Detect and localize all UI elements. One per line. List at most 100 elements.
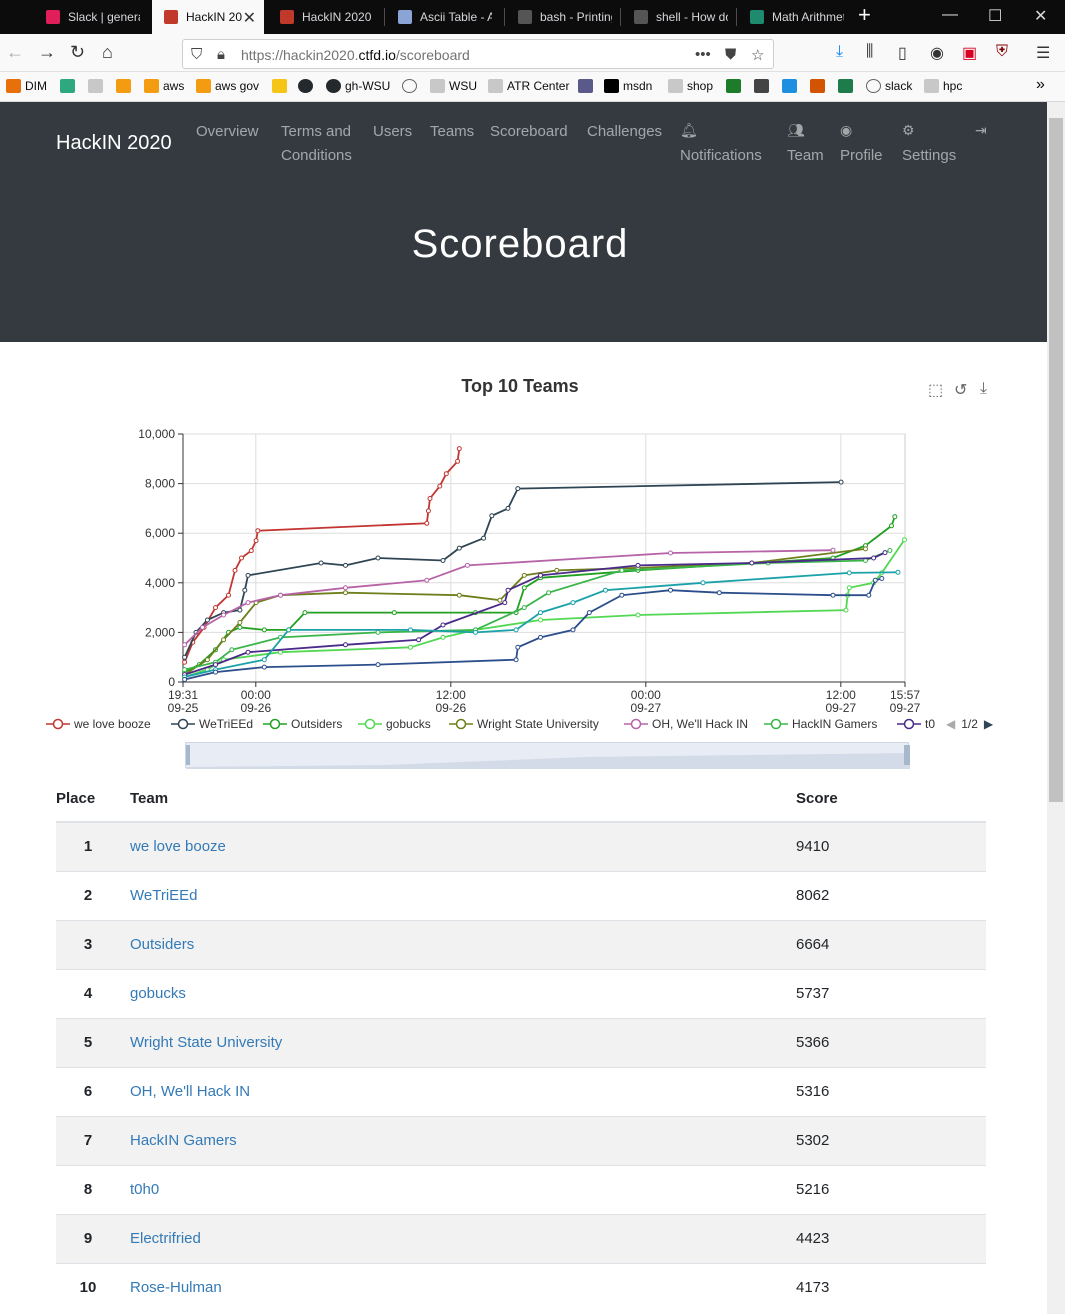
logout-icon[interactable]: ⇥ — [975, 122, 987, 139]
legend-item[interactable]: Outsiders — [263, 717, 342, 731]
nav-scoreboard[interactable]: Scoreboard — [490, 120, 568, 144]
series-point[interactable] — [515, 486, 521, 492]
bookmark-item[interactable]: aws gov — [196, 79, 259, 93]
zoom-select-icon[interactable]: ⬚ — [928, 380, 943, 400]
bookmark-item[interactable]: msdn — [604, 79, 652, 93]
series-point[interactable] — [489, 513, 495, 519]
series-point[interactable] — [456, 446, 462, 452]
zoom-reset-icon[interactable]: ↺ — [954, 380, 967, 400]
legend-item[interactable]: WeTriEEd — [171, 717, 253, 731]
series-point[interactable] — [182, 654, 188, 660]
bookmark-item[interactable]: slack — [866, 79, 912, 93]
series-point[interactable] — [245, 600, 251, 606]
team-link[interactable]: gobucks — [130, 985, 186, 1002]
series-point[interactable] — [668, 550, 673, 556]
team-link[interactable]: Wright State University — [130, 1034, 282, 1051]
bookmark-item[interactable]: DIM — [6, 79, 47, 93]
series-point[interactable] — [538, 572, 543, 578]
series-point[interactable] — [182, 677, 188, 682]
series-point[interactable] — [245, 649, 251, 655]
legend-item[interactable]: t0 — [897, 717, 935, 731]
series-point[interactable] — [416, 637, 422, 643]
series-point[interactable] — [440, 634, 446, 640]
series-point[interactable] — [261, 657, 267, 663]
site-brand[interactable]: HackIN 2020 — [56, 132, 172, 155]
series-point[interactable] — [866, 592, 872, 598]
team-link[interactable]: Electrifried — [130, 1230, 201, 1247]
address-bar[interactable]: ⛉ 🔒︎ https://hackin2020.ctfd.io/scoreboa… — [182, 39, 774, 69]
series-point[interactable] — [749, 560, 755, 566]
home-icon[interactable]: ⌂ — [102, 42, 113, 63]
bookmark-item[interactable] — [810, 79, 829, 93]
page-actions-icon[interactable]: ••• — [695, 46, 711, 63]
series-point[interactable] — [425, 508, 431, 514]
series-point[interactable] — [830, 547, 836, 553]
bookmark-item[interactable] — [754, 79, 773, 93]
legend-item[interactable]: we love booze — [46, 717, 151, 731]
series-point[interactable] — [505, 587, 511, 593]
series-point[interactable] — [375, 629, 381, 635]
series-point[interactable] — [391, 610, 397, 616]
new-tab-button[interactable]: + — [858, 2, 871, 28]
series-point[interactable] — [213, 669, 218, 675]
series-point[interactable] — [226, 592, 231, 598]
series-point[interactable] — [408, 644, 413, 650]
series-point[interactable] — [846, 570, 852, 576]
url-text[interactable]: https://hackin2020.ctfd.io/scoreboard — [241, 47, 470, 63]
nav-overview[interactable]: Overview — [196, 120, 259, 144]
bookmark-item[interactable] — [782, 79, 801, 93]
lock-icon[interactable]: 🔒︎ — [217, 46, 225, 63]
series-point[interactable] — [586, 610, 592, 616]
legend-item[interactable]: Wright State University — [449, 717, 599, 731]
maximize-icon[interactable]: ☐ — [988, 6, 1002, 26]
team-link[interactable]: Rose-Hulman — [130, 1279, 222, 1296]
series-point[interactable] — [200, 624, 205, 630]
series-point[interactable] — [481, 535, 487, 541]
series-point[interactable] — [182, 659, 188, 665]
series-point[interactable] — [570, 600, 576, 606]
bookmark-folder[interactable]: WSU — [430, 79, 477, 93]
pocket-icon[interactable]: ⛊ — [725, 46, 736, 63]
series-point[interactable] — [603, 587, 608, 593]
series-point[interactable] — [232, 567, 238, 573]
series-point[interactable] — [830, 592, 836, 598]
nav-challenges[interactable]: Challenges — [587, 120, 662, 144]
series-point[interactable] — [892, 514, 898, 520]
bookmark-item[interactable] — [116, 79, 135, 93]
bookmark-star-icon[interactable]: ☆ — [751, 46, 764, 64]
browser-tab[interactable]: Ascii Table - A — [386, 0, 502, 34]
team-link[interactable]: HackIN Gamers — [130, 1132, 237, 1149]
series-point[interactable] — [619, 567, 625, 573]
nav-notifications[interactable]: Notifications — [680, 144, 762, 168]
bookmark-item[interactable] — [272, 79, 291, 93]
series-point[interactable] — [513, 657, 519, 663]
series-point[interactable] — [408, 627, 413, 633]
series-point[interactable] — [204, 657, 210, 663]
series-point[interactable] — [182, 667, 188, 673]
series-point[interactable] — [182, 642, 188, 648]
close-window-icon[interactable]: ✕ — [1034, 6, 1047, 26]
series-point[interactable] — [229, 647, 235, 653]
series-point[interactable] — [473, 629, 478, 635]
legend-item[interactable]: OH, We'll Hack IN — [624, 717, 748, 731]
menu-icon[interactable]: ☰ — [1036, 43, 1050, 63]
forward-icon[interactable]: → — [38, 42, 56, 63]
bookmark-item[interactable]: gh-WSU — [326, 79, 390, 93]
series-point[interactable] — [278, 592, 283, 598]
series-point[interactable] — [619, 592, 625, 598]
lastpass-icon[interactable]: ▣ — [962, 43, 977, 63]
series-point[interactable] — [838, 479, 844, 485]
legend-item[interactable]: HackIN Gamers — [764, 717, 877, 731]
series-point[interactable] — [237, 624, 243, 630]
series-point[interactable] — [521, 572, 527, 578]
series-point[interactable] — [242, 587, 248, 593]
series-point[interactable] — [253, 538, 259, 544]
ublock-icon[interactable]: ⛨ — [996, 43, 1008, 61]
legend-next-icon[interactable]: ▶ — [984, 717, 993, 731]
shield-icon[interactable]: ⛉ — [191, 46, 202, 63]
series-point[interactable] — [554, 567, 560, 573]
nav-users[interactable]: Users — [373, 120, 412, 144]
bookmark-folder[interactable]: shop — [668, 79, 713, 93]
series-point[interactable] — [887, 548, 893, 553]
series-point[interactable] — [889, 523, 894, 529]
